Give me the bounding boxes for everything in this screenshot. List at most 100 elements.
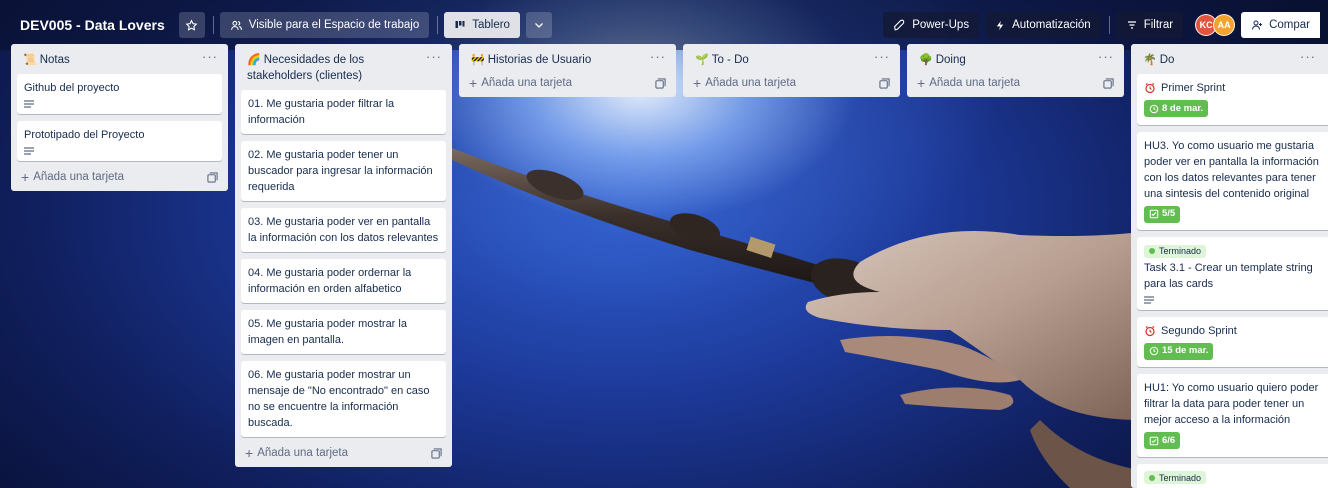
list-header[interactable]: 🚧 Historias de Usuario ··· bbox=[465, 50, 670, 74]
card-label-text: Terminado bbox=[1159, 472, 1202, 483]
add-card-label: Añada una tarjeta bbox=[705, 77, 796, 89]
visibility-label: Visible para el Espacio de trabajo bbox=[248, 19, 420, 31]
board-view-button[interactable]: Tablero bbox=[444, 12, 520, 38]
card-title: 06. Me gustaria poder mostrar un mensaje… bbox=[248, 369, 430, 429]
list-title-text: To - Do bbox=[711, 54, 749, 66]
card-title: 04. Me gustaria poder ordernar la inform… bbox=[248, 267, 412, 295]
list-necesidades: 🌈 Necesidades de los stakeholders (client… bbox=[235, 44, 452, 467]
list-header[interactable]: 🌳 Doing ··· bbox=[913, 50, 1118, 74]
add-card-button[interactable]: + Añada una tarjeta bbox=[917, 75, 1020, 91]
card-title: 05. Me gustaria poder mostrar la imagen … bbox=[248, 318, 407, 346]
card-template-icon[interactable] bbox=[879, 77, 890, 89]
card-title: Primer Sprint bbox=[1161, 82, 1226, 94]
add-card-button[interactable]: + Añada una tarjeta bbox=[469, 76, 572, 90]
list-menu-button[interactable]: ··· bbox=[1300, 50, 1316, 63]
card-label[interactable]: Terminado bbox=[1144, 244, 1207, 258]
board-view-icon bbox=[455, 21, 465, 28]
chevron-down-icon bbox=[534, 23, 543, 28]
list-historias-de-usuario: 🚧 Historias de Usuario ··· + Añada una tar… bbox=[459, 44, 676, 97]
add-card-button[interactable]: + Añada una tarjeta bbox=[21, 170, 124, 184]
list-header[interactable]: 📜 Notas ··· bbox=[17, 50, 222, 74]
share-label: Compar bbox=[1269, 19, 1310, 31]
card-template-icon[interactable] bbox=[207, 171, 218, 183]
automation-button[interactable]: Automatización bbox=[985, 12, 1101, 38]
add-card-row: + Añada una tarjeta bbox=[689, 74, 894, 91]
card[interactable]: 04. Me gustaria poder ordernar la inform… bbox=[241, 259, 446, 303]
card[interactable]: HU1: Yo como usuario quiero poder filtra… bbox=[1137, 374, 1328, 457]
lightning-icon bbox=[996, 20, 1004, 30]
power-ups-label: Power-Ups bbox=[912, 19, 970, 31]
board-title[interactable]: DEV005 - Data Lovers bbox=[20, 17, 165, 33]
star-icon bbox=[185, 18, 198, 31]
card[interactable]: Primer Sprint 8 de mar. bbox=[1137, 74, 1328, 125]
list-title-text: Historias de Usuario bbox=[487, 54, 592, 66]
card-title: Task 3.1 - Crear un template string para… bbox=[1144, 261, 1313, 290]
list-menu-button[interactable]: ··· bbox=[202, 50, 218, 63]
card[interactable]: 06. Me gustaria poder mostrar un mensaje… bbox=[241, 361, 446, 437]
due-date-badge[interactable]: 8 de mar. bbox=[1144, 100, 1209, 117]
description-icon bbox=[24, 147, 34, 155]
list-title-text: Do bbox=[1159, 54, 1175, 66]
list-do: 🌴 Do ··· Primer Sprint 8 de mar. HU3. Yo … bbox=[1131, 44, 1328, 488]
card-title: HU1: Yo como usuario quiero poder filtra… bbox=[1144, 382, 1319, 426]
add-card-button[interactable]: + Añada una tarjeta bbox=[693, 76, 796, 90]
card[interactable]: Github del proyecto bbox=[17, 74, 222, 114]
card[interactable]: 03. Me gustaria poder ver en pantalla la… bbox=[241, 208, 446, 252]
card[interactable]: Prototipado del Proyecto bbox=[17, 121, 222, 161]
list-emoji: 🌈 bbox=[247, 54, 261, 66]
board-view-label: Tablero bbox=[472, 19, 510, 31]
checklist-badge: 5/5 bbox=[1144, 205, 1181, 223]
card[interactable]: Segundo Sprint 15 de mar. bbox=[1137, 316, 1328, 367]
card[interactable]: 02. Me gustaria poder tener un buscador … bbox=[241, 141, 446, 201]
card-title: Github del proyecto bbox=[24, 82, 120, 94]
card-template-icon[interactable] bbox=[431, 447, 442, 459]
list-title: 🌳 Doing bbox=[919, 52, 966, 68]
card[interactable]: 05. Me gustaria poder mostrar la imagen … bbox=[241, 310, 446, 354]
card-title: Segundo Sprint bbox=[1161, 324, 1237, 337]
card-template-icon[interactable] bbox=[1103, 77, 1114, 89]
switch-view-dropdown[interactable] bbox=[525, 12, 552, 38]
automation-label: Automatización bbox=[1012, 19, 1091, 31]
star-board-button[interactable] bbox=[178, 12, 205, 38]
rocket-icon bbox=[894, 19, 905, 31]
checklist-count: 6/6 bbox=[1162, 434, 1176, 446]
card-label[interactable]: Terminado bbox=[1144, 471, 1207, 484]
list-menu-button[interactable]: ··· bbox=[1098, 50, 1114, 63]
list-header[interactable]: 🌱 To - Do ··· bbox=[689, 50, 894, 74]
card[interactable]: Terminado bbox=[1137, 463, 1328, 488]
card-title: Prototipado del Proyecto bbox=[24, 129, 145, 141]
add-person-icon bbox=[1252, 20, 1263, 30]
card[interactable]: HU3. Yo como usuario me gustaria poder v… bbox=[1137, 131, 1328, 230]
checklist-icon bbox=[1149, 209, 1159, 219]
list-to-do: 🌱 To - Do ··· + Añada una tarjeta bbox=[683, 44, 900, 97]
list-header[interactable]: 🌴 Do ··· bbox=[1137, 50, 1328, 74]
plus-icon: + bbox=[917, 75, 926, 91]
power-ups-button[interactable]: Power-Ups bbox=[883, 12, 980, 38]
list-menu-button[interactable]: ··· bbox=[426, 50, 442, 63]
share-button[interactable]: Compar bbox=[1241, 12, 1320, 38]
header-divider bbox=[1108, 16, 1110, 34]
due-date-badge[interactable]: 15 de mar. bbox=[1144, 342, 1214, 360]
list-emoji: 🌴 bbox=[1143, 54, 1157, 66]
visibility-button[interactable]: Visible para el Espacio de trabajo bbox=[219, 12, 430, 38]
description-icon bbox=[24, 100, 34, 108]
member-avatar[interactable]: AA bbox=[1213, 14, 1236, 36]
checklist-icon bbox=[1149, 436, 1159, 445]
list-header[interactable]: 🌈 Necesidades de los stakeholders (client… bbox=[241, 50, 446, 90]
card[interactable]: Terminado Task 3.1 - Crear un template s… bbox=[1137, 237, 1328, 310]
add-card-row: + Añada una tarjeta bbox=[465, 74, 670, 91]
label-dot bbox=[1149, 474, 1155, 481]
due-date-text: 15 de mar. bbox=[1162, 345, 1209, 356]
list-menu-button[interactable]: ··· bbox=[650, 50, 666, 63]
add-card-button[interactable]: + Añada una tarjeta bbox=[245, 446, 348, 460]
card-template-icon[interactable] bbox=[655, 77, 666, 89]
clock-icon bbox=[1149, 346, 1159, 356]
filter-button[interactable]: Filtrar bbox=[1115, 12, 1184, 38]
card[interactable]: 01. Me gustaria poder filtrar la informa… bbox=[241, 90, 446, 134]
list-menu-button[interactable]: ··· bbox=[874, 50, 890, 63]
workspace-people-icon bbox=[230, 20, 242, 30]
add-card-label: Añada una tarjeta bbox=[929, 77, 1020, 89]
description-icon bbox=[1144, 295, 1154, 304]
header-divider bbox=[437, 16, 439, 34]
add-card-row: + Añada una tarjeta bbox=[17, 168, 222, 185]
